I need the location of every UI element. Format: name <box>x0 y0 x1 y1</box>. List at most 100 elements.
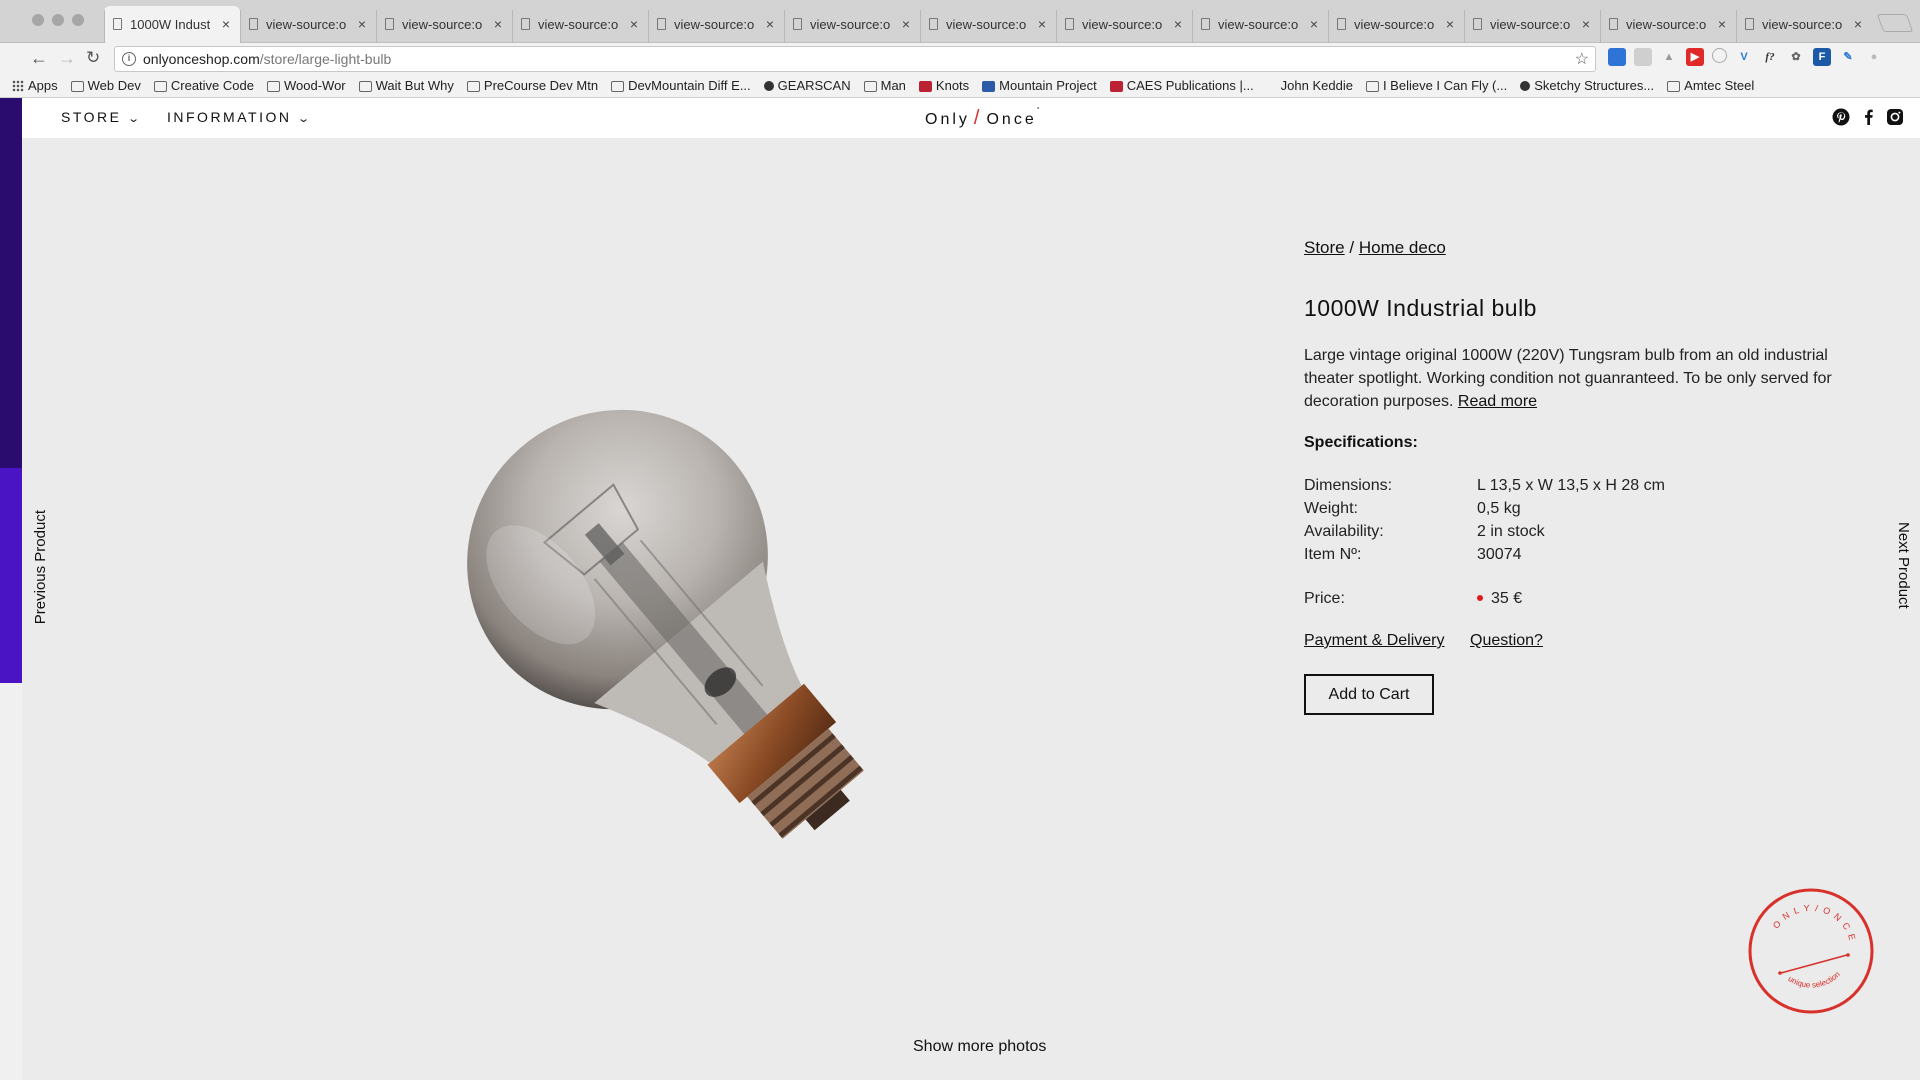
reload-button[interactable]: ↻ <box>86 47 100 69</box>
payment-delivery-link[interactable]: Payment & Delivery <box>1304 632 1445 650</box>
bookmark-star-icon[interactable]: ☆ <box>1575 49 1589 69</box>
bookmark-item[interactable]: Mountain Project <box>982 75 1097 97</box>
question-link[interactable]: Question? <box>1470 632 1543 650</box>
browser-tab[interactable]: view-source:o × <box>376 6 512 43</box>
close-tab-icon[interactable]: × <box>630 6 638 43</box>
tab-label: view-source:o <box>1626 17 1706 32</box>
minimize-window-button[interactable] <box>52 14 64 26</box>
bookmark-item[interactable]: Creative Code <box>153 75 254 97</box>
close-tab-icon[interactable]: × <box>1582 6 1590 43</box>
new-tab-button[interactable] <box>1876 14 1914 32</box>
bookmark-item[interactable]: PreCourse Dev Mtn <box>466 75 599 97</box>
browser-toolbar: ← → ↻ i onlyonceshop.com/store/large-lig… <box>0 43 1920 75</box>
extension-icon[interactable] <box>1608 48 1626 66</box>
show-more-photos-link[interactable]: Show more photos <box>913 1038 1046 1056</box>
previous-product-link[interactable]: Previous Product <box>32 510 49 624</box>
close-tab-icon[interactable]: × <box>1174 6 1182 43</box>
close-tab-icon[interactable]: × <box>1310 6 1318 43</box>
close-window-button[interactable] <box>32 14 44 26</box>
browser-tab[interactable]: view-source:o × <box>1600 6 1736 43</box>
bookmark-item[interactable]: I Believe I Can Fly (... <box>1365 75 1507 97</box>
bookmark-item[interactable]: Amtec Steel <box>1667 75 1754 97</box>
bookmark-item[interactable]: Web Dev <box>70 75 141 97</box>
extension-icon[interactable] <box>1634 48 1652 66</box>
address-bar[interactable]: i onlyonceshop.com/store/large-light-bul… <box>114 46 1596 72</box>
close-tab-icon[interactable]: × <box>902 6 910 43</box>
bookmark-item[interactable]: Wait But Why <box>358 75 454 97</box>
youtube-extension-icon[interactable]: ▶ <box>1686 48 1704 66</box>
bookmark-item[interactable]: Sketchy Structures... <box>1520 75 1654 97</box>
close-tab-icon[interactable]: × <box>1718 6 1726 43</box>
browser-tab[interactable]: 1000W Industrial bulb × <box>104 6 240 43</box>
bookmark-item[interactable]: GEARSCAN <box>763 75 851 97</box>
bookmark-item[interactable]: Wood-Wor <box>266 75 346 97</box>
feedly-extension-icon[interactable]: F <box>1813 48 1831 66</box>
facebook-icon[interactable] <box>1860 108 1878 126</box>
browser-tab[interactable]: view-source:o × <box>1464 6 1600 43</box>
browser-chrome: 1000W Industrial bulb× view-source:o × view… <box>0 0 1920 98</box>
extension-icon[interactable]: ● <box>1865 48 1883 66</box>
site-logo[interactable]: Only / Once° <box>925 107 1043 130</box>
close-tab-icon[interactable]: × <box>766 6 774 43</box>
instagram-icon[interactable] <box>1886 108 1904 126</box>
eyedropper-extension-icon[interactable]: ✎ <box>1839 48 1857 66</box>
forward-button[interactable]: → <box>58 47 76 69</box>
breadcrumb-category-link[interactable]: Home deco <box>1359 238 1446 257</box>
browser-tab[interactable]: view-source:o × <box>1056 6 1192 43</box>
bookmark-label: PreCourse Dev Mtn <box>483 78 599 93</box>
pinterest-icon[interactable] <box>1832 108 1850 126</box>
page-icon <box>113 18 122 30</box>
tab-label: view-source:o <box>402 17 482 32</box>
store-menu[interactable]: STORE ⌄ <box>61 109 141 125</box>
browser-tab[interactable]: view-source:o × <box>784 6 920 43</box>
browser-tab[interactable]: view-source:o × <box>1328 6 1464 43</box>
close-tab-icon[interactable]: × <box>1446 6 1454 43</box>
vimium-extension-icon[interactable]: V <box>1735 48 1753 66</box>
devmountain-icon <box>466 80 480 92</box>
amtec-icon <box>1667 80 1681 92</box>
breadcrumb-store-link[interactable]: Store <box>1304 238 1345 257</box>
font-extension-icon[interactable]: f? <box>1761 48 1779 66</box>
browser-tab[interactable]: view-source:o × <box>512 6 648 43</box>
spec-row-item-number: Item Nº: 30074 <box>1304 546 1522 563</box>
browser-tab[interactable]: view-source:o × <box>240 6 376 43</box>
information-menu[interactable]: INFORMATION ⌄ <box>167 109 311 125</box>
extension-icon[interactable] <box>1712 48 1727 63</box>
page-icon <box>1065 18 1074 30</box>
bookmark-item[interactable]: John Keddie <box>1267 75 1353 97</box>
add-to-cart-button[interactable]: Add to Cart <box>1304 674 1434 715</box>
bookmark-label: Creative Code <box>170 78 254 93</box>
site-info-icon[interactable]: i <box>122 52 136 66</box>
browser-tab[interactable]: view-source:o × <box>920 6 1056 43</box>
browser-tab[interactable]: view-source:o × <box>1736 6 1872 43</box>
svg-text:ONLY/ONCE: ONLY/ONCE <box>1771 903 1859 946</box>
folder-icon <box>153 80 167 92</box>
url-text[interactable]: onlyonceshop.com/store/large-light-bulb <box>143 51 391 67</box>
page-icon <box>1609 18 1618 30</box>
close-tab-icon[interactable]: × <box>1854 6 1862 43</box>
bookmark-item[interactable]: CAES Publications |... <box>1109 75 1254 97</box>
close-tab-icon[interactable]: × <box>494 6 502 43</box>
bug-extension-icon[interactable]: ✿ <box>1787 48 1805 66</box>
bookmark-item[interactable]: Man <box>863 75 906 97</box>
bookmark-item[interactable]: Apps <box>12 75 58 97</box>
bookmark-item[interactable]: Knots <box>918 75 969 97</box>
extension-icon[interactable]: ▲ <box>1660 48 1678 66</box>
product-image[interactable] <box>400 405 970 875</box>
back-button[interactable]: ← <box>30 47 48 69</box>
zoom-window-button[interactable] <box>72 14 84 26</box>
close-tab-icon[interactable]: × <box>222 6 230 43</box>
close-tab-icon[interactable]: × <box>358 6 366 43</box>
read-more-link[interactable]: Read more <box>1458 393 1537 410</box>
apps-grid-icon <box>12 80 24 92</box>
bookmark-label: Wood-Wor <box>283 78 346 93</box>
next-product-link[interactable]: Next Product <box>1895 522 1912 609</box>
browser-tab[interactable]: view-source:o × <box>1192 6 1328 43</box>
spec-row-weight: Weight: 0,5 kg <box>1304 500 1521 517</box>
bookmark-item[interactable]: DevMountain Diff E... <box>611 75 751 97</box>
page-icon <box>1745 18 1754 30</box>
page-icon <box>1201 18 1210 30</box>
close-tab-icon[interactable]: × <box>1038 6 1046 43</box>
devmountain-icon <box>611 80 625 92</box>
browser-tab[interactable]: view-source:o × <box>648 6 784 43</box>
